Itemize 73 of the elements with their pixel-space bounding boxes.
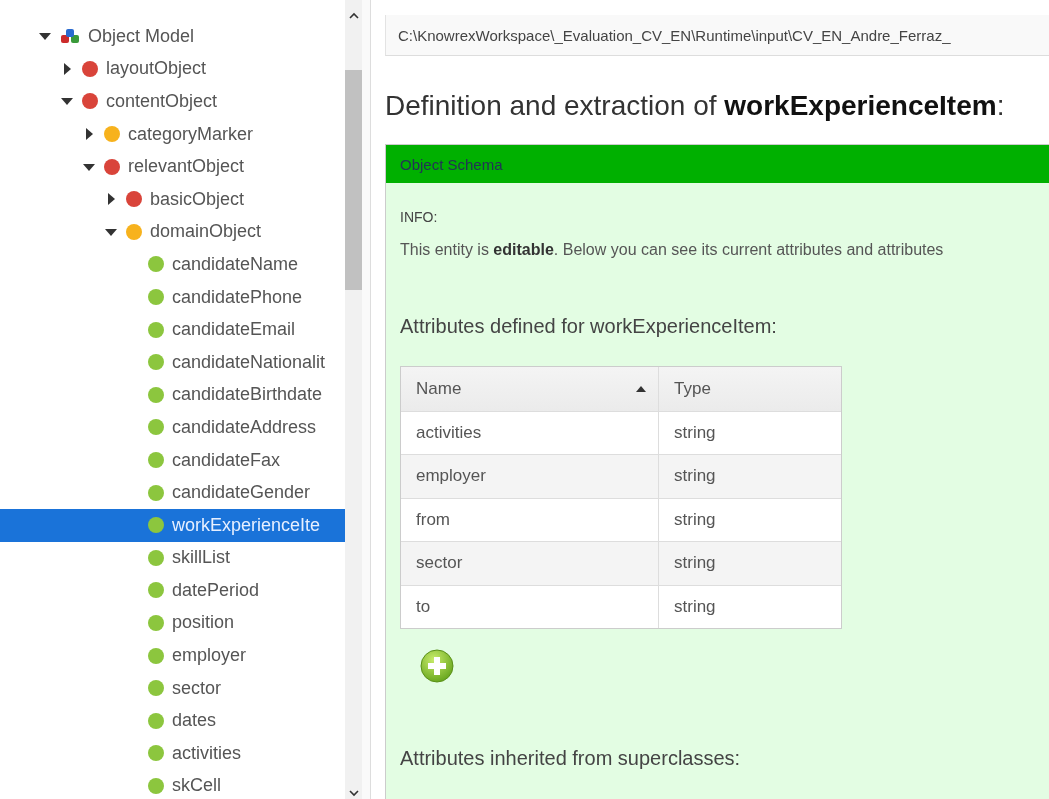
tree-item[interactable]: relevantObject [0, 150, 345, 183]
add-icon[interactable] [420, 649, 454, 683]
table-cell: string [659, 541, 841, 585]
tree-item[interactable]: layoutObject [0, 52, 345, 86]
tree-label: sector [172, 677, 222, 699]
cubes-icon [60, 28, 80, 45]
section-title: Attributes inherited from superclasses: [400, 747, 742, 770]
table-cell: string [659, 584, 841, 628]
tree-item[interactable]: employer [0, 639, 345, 672]
table-cell: from [401, 497, 659, 541]
tree-label: candidateNationalit [172, 351, 326, 373]
tree-label: candidateEmail [172, 319, 296, 341]
tree-item[interactable]: domainObject [0, 215, 345, 249]
tree-label: dates [172, 710, 217, 732]
tree-item[interactable]: categoryMarker [0, 117, 345, 151]
tree-item[interactable]: candidateName [0, 248, 345, 281]
tree-item[interactable]: sector [0, 671, 345, 705]
tree-item[interactable]: candidateEmail [0, 313, 345, 346]
tree-label: candidatePhone [172, 286, 303, 308]
tree-label: candidateGender [172, 482, 311, 504]
scrollbar[interactable] [345, 0, 362, 799]
scroll-down-icon[interactable] [348, 789, 359, 797]
tree-label: basicObject [150, 188, 245, 210]
tree-item[interactable]: candidateAddress [0, 411, 345, 444]
page-heading: Definition and extraction of workExperienceItem: [385, 90, 1006, 122]
tree-item[interactable]: contentObject [0, 85, 345, 118]
tree-label: contentObject [106, 91, 218, 112]
tree-item[interactable]: position [0, 606, 345, 640]
tree-item[interactable]: candidateNationalit [0, 345, 345, 379]
tree-label: workExperienceIte [172, 514, 321, 536]
tree-label: relevantObject [128, 156, 245, 178]
info-label: INFO: [400, 209, 439, 225]
tree-item[interactable]: candidateFax [0, 443, 345, 477]
tree-item[interactable]: datePeriod [0, 574, 345, 607]
tree-item[interactable]: candidateGender [0, 476, 345, 509]
tree-label: position [172, 612, 235, 634]
table-cell: to [401, 584, 659, 628]
tree-item[interactable]: candidatePhone [0, 280, 345, 314]
table-cell: activities [401, 410, 659, 454]
tree-item[interactable]: candidateBirthdate [0, 378, 345, 412]
tree-label: domainObject [150, 221, 262, 243]
tree-label: employer [172, 645, 247, 667]
tree-item[interactable]: basicObject [0, 182, 345, 216]
section-title: Attributes defined for workExperienceItem: [400, 315, 778, 338]
table-cell: string [659, 410, 841, 454]
column-header[interactable]: Name [401, 367, 659, 411]
tree-item[interactable]: skillList [0, 541, 345, 575]
tree-label: candidateFax [172, 449, 281, 471]
table-cell: employer [401, 454, 659, 498]
file-path: C:\KnowrexWorkspace\_Evaluation_CV_EN\Runtime\input\CV_EN_Andre_Ferraz_ [385, 15, 1049, 56]
tree-label: candidateBirthdate [172, 384, 323, 406]
tree-item[interactable]: skCell [0, 769, 345, 799]
tree-label: activities [172, 742, 242, 764]
tree-label: Object Model [88, 25, 195, 47]
table-cell: string [659, 454, 841, 498]
tree-label: layoutObject [106, 58, 207, 80]
tree-item[interactable]: Object Model [0, 20, 345, 53]
tree-label: candidateAddress [172, 416, 317, 438]
tree-item[interactable]: dates [0, 704, 345, 738]
table-cell: string [659, 497, 841, 541]
scroll-up-icon[interactable] [348, 12, 359, 20]
table-cell: sector [401, 541, 659, 585]
tree-label: categoryMarker [128, 123, 254, 145]
panel-title: Object Schema [386, 145, 1049, 183]
tree-item[interactable]: activities [0, 737, 345, 770]
tree-label: candidateName [172, 253, 299, 275]
info-text: This entity is editable. Below you can see its current attributes and attributes [400, 241, 945, 259]
tree-label: skCell [172, 775, 221, 797]
sort-up-icon [636, 385, 646, 392]
tree-item[interactable]: workExperienceIte [0, 508, 345, 542]
tree-label: datePeriod [172, 579, 260, 601]
tree-label: skillList [172, 547, 230, 569]
column-header[interactable]: Type [659, 367, 841, 411]
